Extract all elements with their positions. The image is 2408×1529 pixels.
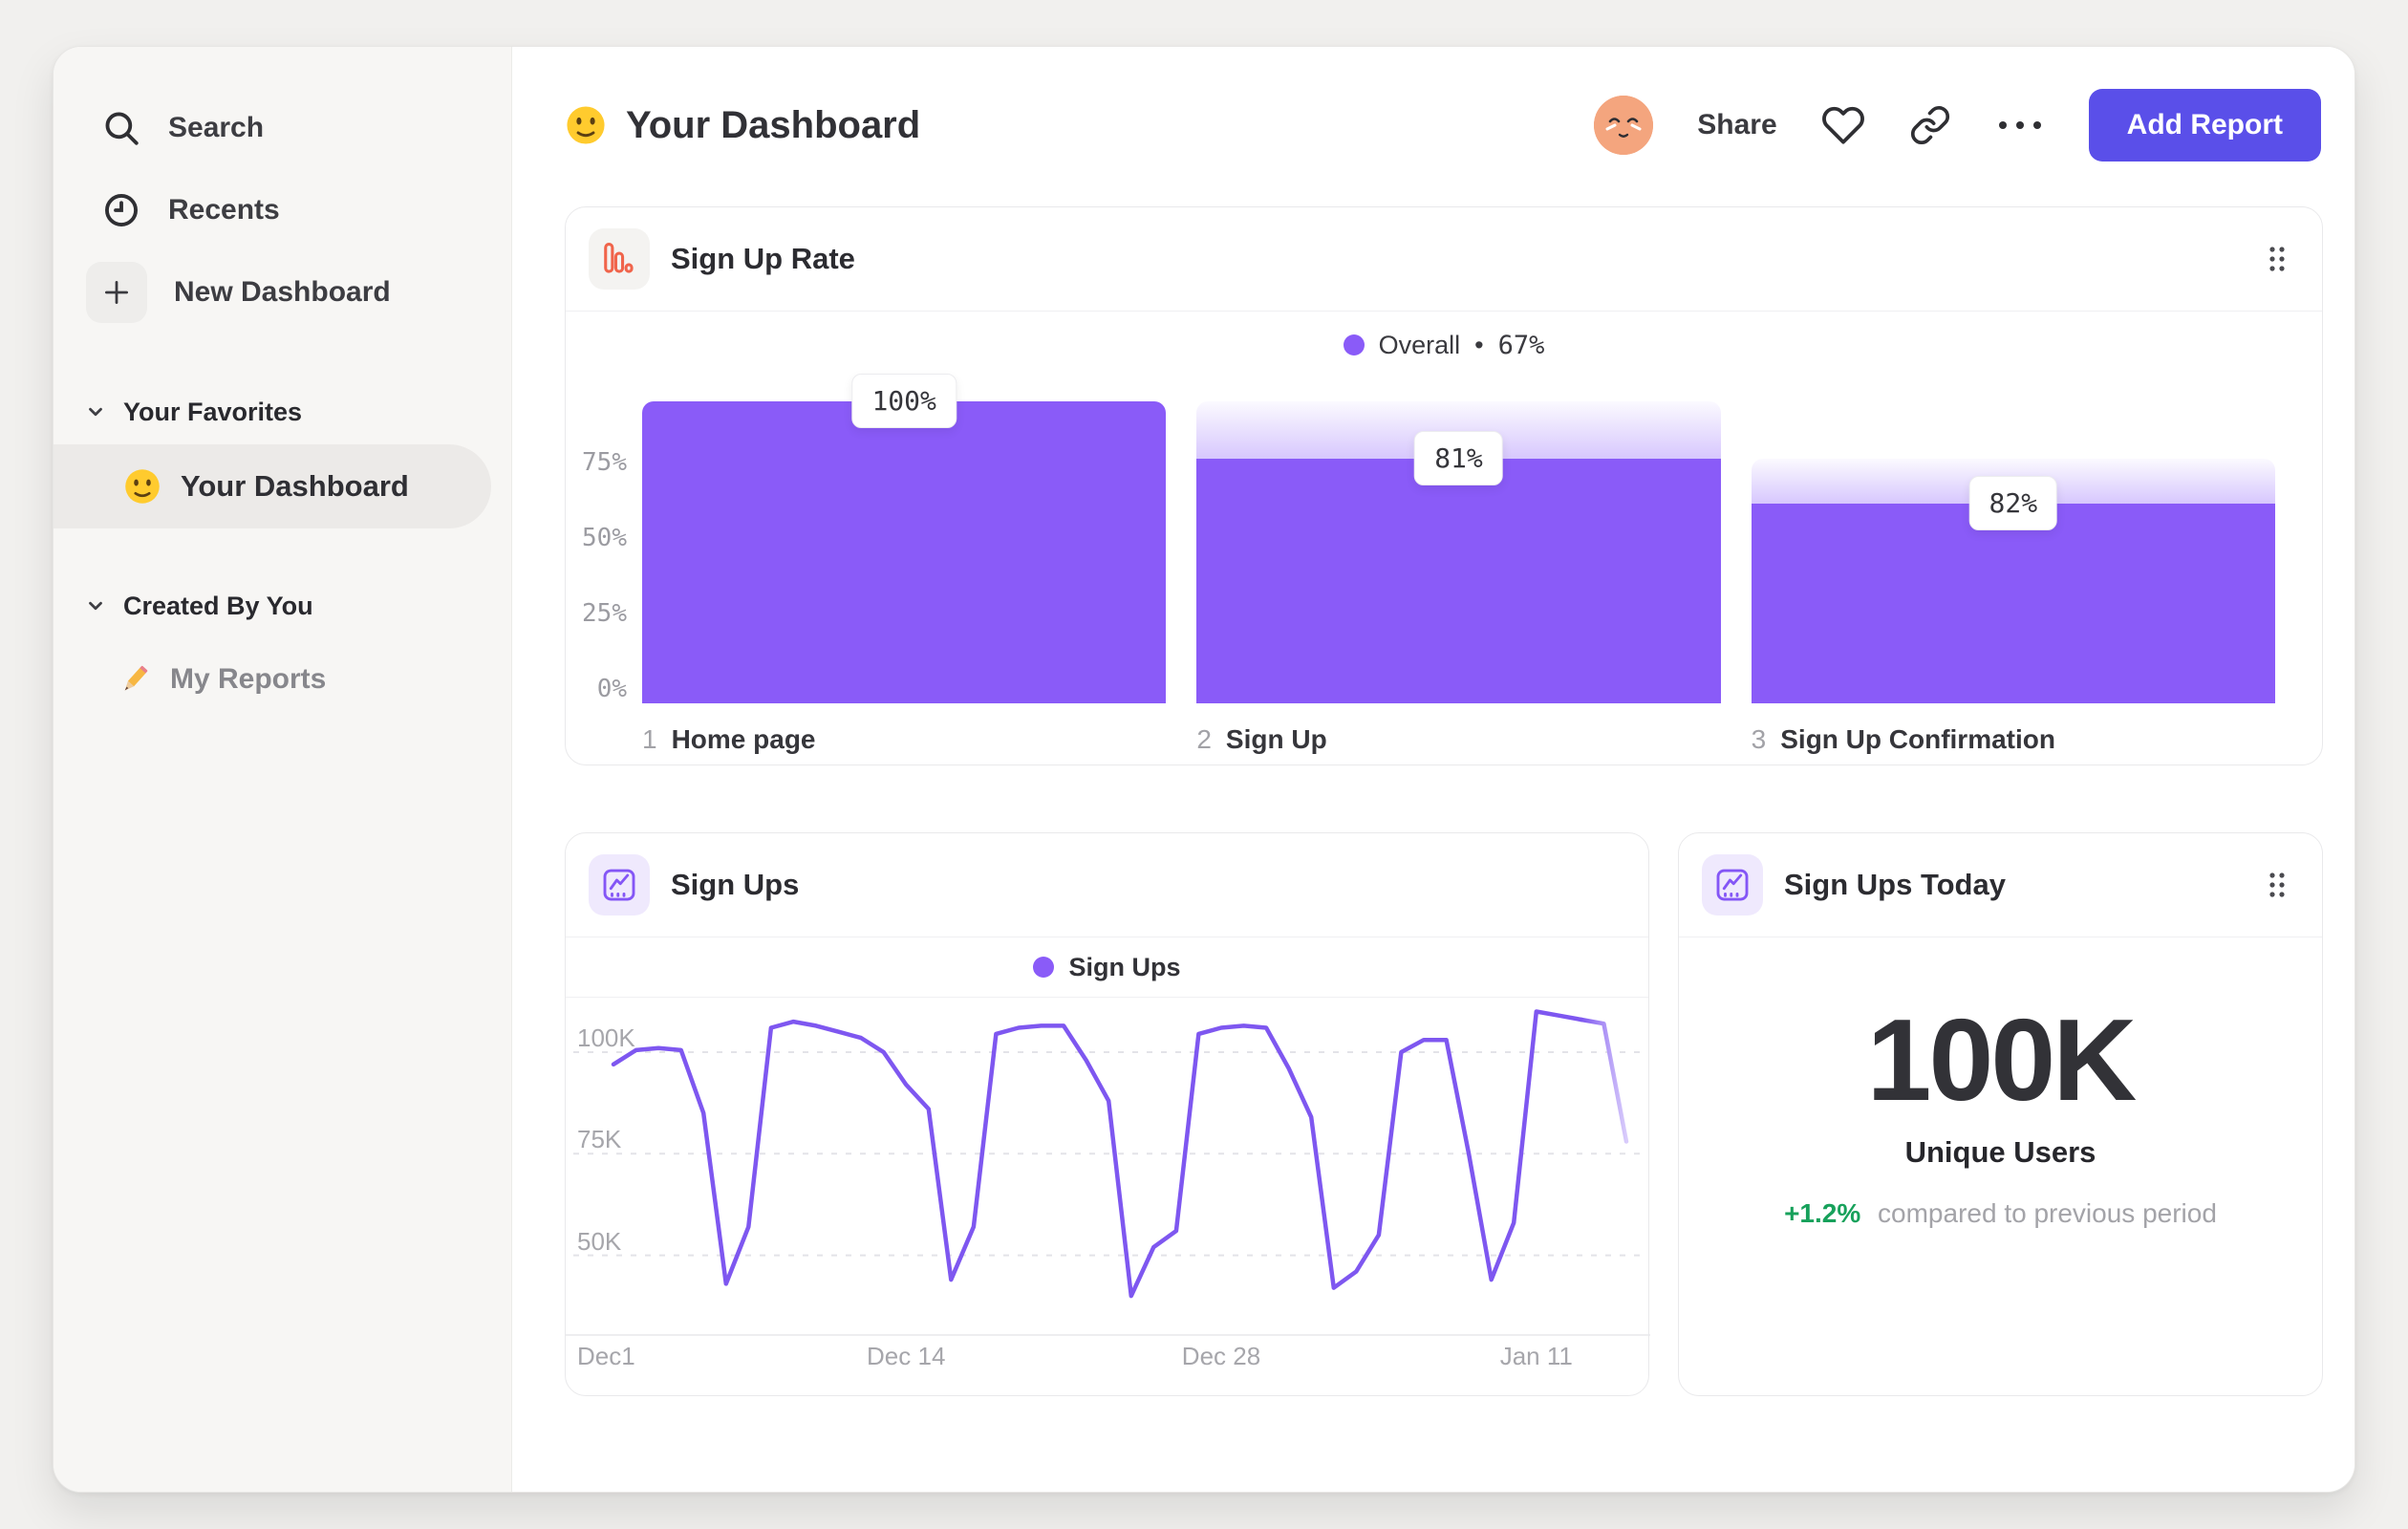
funnel-step-label: 1 Home page bbox=[642, 724, 1166, 755]
legend-dot-icon bbox=[1033, 957, 1055, 978]
sidebar-section-label: Created By You bbox=[123, 591, 313, 620]
legend-dot-icon bbox=[1343, 334, 1365, 355]
page-title-text: Your Dashboard bbox=[626, 103, 921, 146]
legend-series-name: Sign Ups bbox=[1068, 952, 1181, 981]
sidebar-item-label: Your Dashboard bbox=[181, 469, 409, 503]
clock-icon bbox=[105, 194, 138, 226]
legend-separator: • bbox=[1474, 330, 1484, 359]
legend-series-name: Overall bbox=[1378, 330, 1461, 359]
line-chart-icon bbox=[589, 854, 650, 915]
sidebar-item-label: Search bbox=[168, 112, 265, 143]
sidebar-item-my-reports[interactable]: My Reports bbox=[54, 641, 511, 718]
funnel-step-name: Sign Up Confirmation bbox=[1780, 724, 2055, 754]
card-header: Sign Ups bbox=[566, 833, 1648, 937]
card-title: Sign Up Rate bbox=[671, 242, 855, 275]
card-title: Sign Ups Today bbox=[1784, 868, 2006, 901]
drag-handle-icon[interactable] bbox=[2268, 245, 2286, 273]
line-x-axis: Dec1 Dec 14 Dec 28 Jan 11 bbox=[566, 1342, 1648, 1380]
funnel-step-name: Sign Up bbox=[1225, 724, 1327, 754]
search-icon bbox=[105, 112, 139, 145]
card-header: Sign Up Rate bbox=[566, 207, 2322, 312]
funnel-y-tick-label: 0% bbox=[596, 675, 627, 703]
smiley-emoji-icon bbox=[125, 469, 160, 504]
funnel-y-tick-label: 75% bbox=[582, 448, 627, 477]
funnel-value-label: 81% bbox=[1414, 431, 1503, 486]
line-x-tick-label: Dec1 bbox=[577, 1342, 635, 1370]
page-title: Your Dashboard bbox=[565, 104, 920, 147]
page-header: Your Dashboard Share Add Report bbox=[565, 87, 2321, 163]
chevron-down-icon bbox=[89, 601, 102, 611]
line-plot: 100K 75K 50K bbox=[566, 998, 1650, 1337]
line-chart-icon bbox=[1702, 854, 1763, 915]
share-button[interactable]: Share bbox=[1697, 109, 1776, 141]
sidebar-section-label: Your Favorites bbox=[123, 397, 303, 426]
funnel-value-label: 82% bbox=[1968, 476, 2058, 531]
main-content: Your Dashboard Share Add Report Sign Up … bbox=[512, 47, 2354, 1492]
funnel-bar bbox=[1196, 459, 1721, 703]
sidebar-section-created-by-you[interactable]: Created By You bbox=[54, 577, 511, 635]
funnel-y-tick-label: 25% bbox=[582, 599, 627, 628]
line-x-tick-label: Jan 11 bbox=[1499, 1342, 1573, 1370]
funnel-y-tick-label: 50% bbox=[582, 524, 627, 552]
funnel-plot: 75% 50% 25% 0% 100% 81% 82% bbox=[566, 374, 2275, 703]
sidebar-item-label: New Dashboard bbox=[174, 276, 391, 308]
funnel-bar bbox=[642, 401, 1167, 703]
funnel-column[interactable]: 100% bbox=[642, 374, 1167, 703]
funnel-step-labels: 1 Home page 2 Sign Up 3 Sign Up Confirmation bbox=[642, 724, 2275, 755]
legend-value: 67% bbox=[1497, 330, 1545, 360]
funnel-value-label: 100% bbox=[851, 374, 957, 428]
funnel-bars: 100% 81% 82% bbox=[642, 374, 2275, 703]
sidebar-item-your-dashboard[interactable]: Your Dashboard bbox=[54, 444, 491, 528]
funnel-step-name: Home page bbox=[671, 724, 816, 754]
bar-chart-icon bbox=[589, 228, 650, 290]
sign-ups-today-card: Sign Ups Today 100K Unique Users +1.2% c… bbox=[1678, 832, 2323, 1396]
user-avatar[interactable] bbox=[1594, 96, 1654, 155]
line-x-tick-label: Dec 14 bbox=[867, 1342, 946, 1370]
line-legend: Sign Ups bbox=[566, 937, 1648, 998]
line-x-tick-label: Dec 28 bbox=[1181, 1342, 1261, 1370]
plus-icon bbox=[86, 262, 147, 323]
sidebar-section-your-favorites[interactable]: Your Favorites bbox=[54, 383, 511, 441]
sidebar-item-label: My Reports bbox=[170, 663, 327, 695]
card-header: Sign Ups Today bbox=[1679, 833, 2322, 937]
header-actions: Share Add Report bbox=[1594, 89, 2321, 162]
funnel-step-label: 2 Sign Up bbox=[1196, 724, 1720, 755]
sidebar: Search Recents New Dashboard Your Favori… bbox=[54, 47, 512, 1492]
app-window: Search Recents New Dashboard Your Favori… bbox=[53, 46, 2355, 1493]
funnel-column[interactable]: 81% bbox=[1196, 401, 1721, 703]
sidebar-item-label: Recents bbox=[168, 194, 280, 226]
metric-value: 100K bbox=[1866, 995, 2138, 1125]
funnel-y-axis: 75% 50% 25% 0% bbox=[566, 401, 627, 703]
metric-label: Unique Users bbox=[1904, 1135, 2096, 1170]
funnel-step-number: 3 bbox=[1751, 724, 1767, 754]
more-options-icon[interactable] bbox=[1995, 117, 2045, 134]
metric-body: 100K Unique Users +1.2% compared to prev… bbox=[1679, 937, 2322, 1395]
sidebar-item-recents[interactable]: Recents bbox=[54, 169, 511, 251]
line-chart-svg bbox=[566, 1009, 1650, 1336]
sidebar-item-search[interactable]: Search bbox=[54, 87, 511, 169]
signups-line-faded bbox=[1579, 1017, 1629, 1144]
delta-value: +1.2% bbox=[1784, 1198, 1861, 1229]
metric-delta-row: +1.2% compared to previous period bbox=[1784, 1198, 2217, 1229]
favorite-heart-icon[interactable] bbox=[1821, 103, 1865, 147]
sign-ups-card: Sign Ups Sign Ups 100K 75K 50K Dec1 Dec 14 D… bbox=[565, 832, 1650, 1396]
card-title: Sign Ups bbox=[671, 868, 800, 901]
funnel-step-number: 2 bbox=[1196, 724, 1212, 754]
smiley-emoji-icon bbox=[567, 106, 605, 144]
funnel-legend: Overall • 67% bbox=[566, 312, 2322, 378]
funnel-step-label: 3 Sign Up Confirmation bbox=[1752, 724, 2275, 755]
drag-handle-icon[interactable] bbox=[2268, 871, 2286, 899]
funnel-bar bbox=[1751, 504, 2275, 703]
funnel-column[interactable]: 82% bbox=[1751, 401, 2275, 703]
funnel-step-number: 1 bbox=[642, 724, 657, 754]
pencil-emoji-icon bbox=[124, 665, 148, 691]
add-report-button[interactable]: Add Report bbox=[2088, 89, 2321, 162]
copy-link-icon[interactable] bbox=[1909, 104, 1951, 146]
sidebar-item-new-dashboard[interactable]: New Dashboard bbox=[54, 251, 511, 334]
delta-note: compared to previous period bbox=[1878, 1198, 2217, 1229]
chevron-down-icon bbox=[89, 407, 102, 417]
sign-up-rate-card: Sign Up Rate Overall • 67% 75% 50% 25% 0% 1… bbox=[565, 206, 2323, 765]
